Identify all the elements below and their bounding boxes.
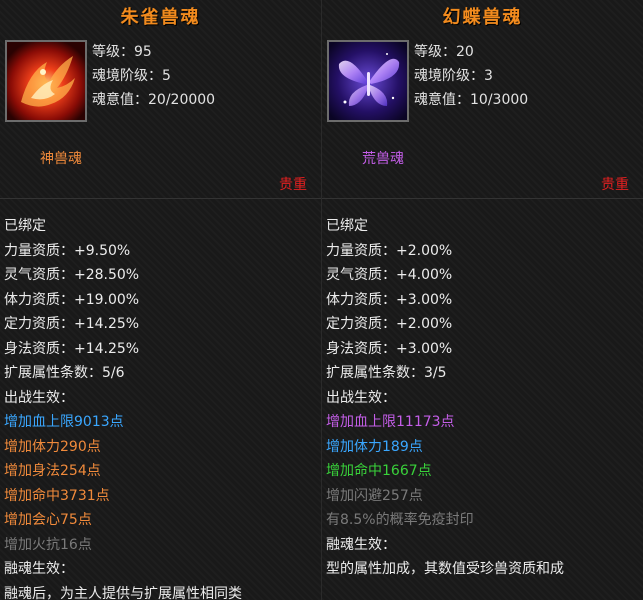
left-effect-hit: 增加命中3731点	[4, 487, 110, 504]
left-battle-header: 出战生效：	[4, 389, 74, 406]
right-aptitude-spirit: 灵气资质：+4.00%	[326, 267, 453, 283]
left-realm: 魂境阶级：5	[92, 68, 171, 84]
right-effect-hit: 增加命中1667点	[326, 463, 432, 479]
right-effect-hp: 增加血上限11173点	[326, 414, 455, 430]
right-stats: 等级：20 魂境阶级：3 魂意值：10/3000	[414, 40, 528, 112]
left-type-row: 神兽魂	[0, 148, 321, 172]
left-soul-value: 魂意值：20/20000	[92, 92, 216, 108]
phoenix-icon	[7, 42, 85, 120]
right-aptitude-agility: 身法资质：+3.00%	[326, 340, 453, 357]
right-effect-seal-immunity: 有8.5%的概率免疫封印	[326, 512, 474, 528]
left-aptitude-stamina: 体力资质：+19.00%	[4, 291, 140, 308]
right-ext-count: 扩展属性条数：3/5	[326, 365, 447, 381]
right-aptitude-focus: 定力资质：+2.00%	[326, 316, 453, 332]
left-aptitude-strength: 力量资质：+9.50%	[4, 242, 131, 259]
left-attributes: 已绑定 力量资质：+9.50% 灵气资质：+28.50% 体力资质：+19.00…	[4, 214, 242, 600]
left-item-slot[interactable]	[5, 40, 87, 122]
left-title: 朱雀兽魂	[120, 7, 201, 28]
left-bound-status: 已绑定	[4, 218, 46, 234]
right-attributes: 已绑定 力量资质：+2.00% 灵气资质：+4.00% 体力资质：+3.00% …	[326, 214, 564, 582]
left-stats: 等级：95 魂境阶级：5 魂意值：20/20000	[92, 40, 215, 112]
left-fusion-header: 融魂生效：	[4, 561, 74, 577]
right-bound-status: 已绑定	[326, 218, 368, 234]
right-aptitude-stamina: 体力资质：+3.00%	[326, 291, 453, 308]
left-aptitude-focus: 定力资质：+14.25%	[4, 316, 140, 332]
left-effect-stamina: 增加体力290点	[4, 438, 101, 455]
right-battle-header: 出战生效：	[326, 389, 396, 406]
right-title: 幻蝶兽魂	[442, 7, 523, 28]
left-effect-crit: 增加会心75点	[4, 512, 92, 528]
left-aptitude-spirit: 灵气资质：+28.50%	[4, 267, 140, 283]
right-soul-type: 荒兽魂	[362, 151, 404, 167]
right-fusion-header: 融魂生效：	[326, 536, 396, 553]
left-quality: 贵重	[279, 177, 307, 193]
left-ext-count: 扩展属性条数：5/6	[4, 365, 125, 381]
right-effect-stamina: 增加体力189点	[326, 438, 423, 455]
left-soul-type: 神兽魂	[40, 151, 82, 167]
right-fusion-text: 型的属性加成，其数值受珍兽资质和成	[326, 561, 564, 577]
left-beast-soul-panel: 朱雀兽魂 等级：95 魂境阶级：5 魂意值：20/20000 神兽魂 贵重 已绑…	[0, 0, 321, 600]
right-divider	[322, 198, 643, 199]
left-effect-agility: 增加身法254点	[4, 463, 101, 479]
right-beast-soul-panel: 幻蝶兽魂 等级：20 魂境阶级：3 魂意值：10/3000 荒兽魂 贵重 已绑定…	[321, 0, 643, 600]
right-level: 等级：20	[414, 44, 474, 60]
left-divider	[0, 198, 321, 199]
right-effect-dodge: 增加闪避257点	[326, 487, 423, 504]
right-realm: 魂境阶级：3	[414, 68, 493, 84]
right-aptitude-strength: 力量资质：+2.00%	[326, 242, 453, 259]
butterfly-icon	[329, 42, 407, 120]
right-soul-value: 魂意值：10/3000	[414, 92, 529, 108]
right-quality: 贵重	[601, 177, 629, 193]
left-fusion-text: 融魂后，为主人提供与扩展属性相同类	[4, 585, 242, 600]
left-effect-fire-res: 增加火抗16点	[4, 536, 92, 553]
right-item-slot[interactable]	[327, 40, 409, 122]
left-level: 等级：95	[92, 44, 152, 60]
left-aptitude-agility: 身法资质：+14.25%	[4, 340, 140, 357]
right-type-row: 荒兽魂	[322, 148, 643, 172]
left-effect-hp: 增加血上限9013点	[4, 414, 124, 430]
